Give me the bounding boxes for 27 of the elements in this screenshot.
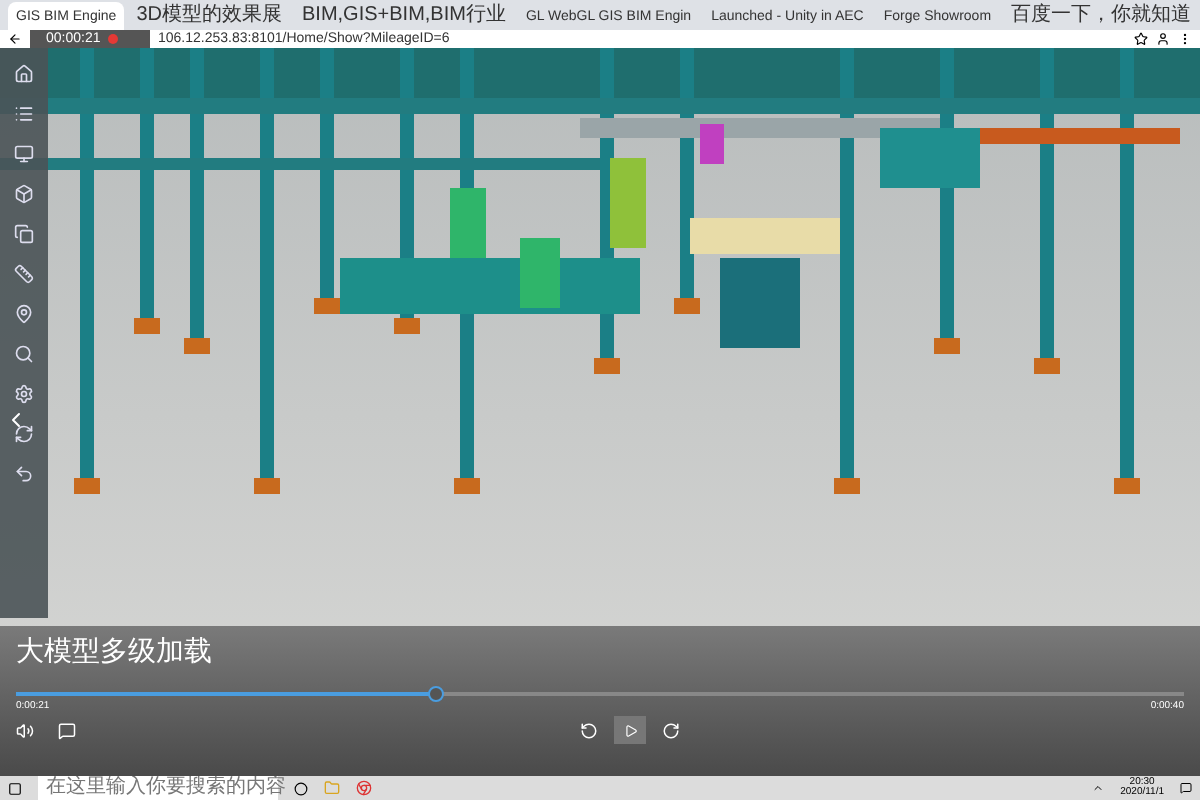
- play-button[interactable]: [614, 716, 646, 744]
- start-icon[interactable]: [8, 781, 22, 795]
- sidebar-tool-icon[interactable]: [14, 64, 34, 84]
- play-icon: [623, 723, 637, 737]
- profile-icon[interactable]: [1156, 32, 1170, 46]
- sidebar-tool-icon[interactable]: [14, 184, 34, 204]
- notification-icon[interactable]: [1180, 782, 1192, 794]
- sidebar-tool-icon[interactable]: [14, 384, 34, 404]
- volume-icon[interactable]: [16, 721, 34, 739]
- menu-icon[interactable]: [1178, 32, 1192, 46]
- sidebar-tool-icon[interactable]: [14, 144, 34, 164]
- sidebar-tool-icon[interactable]: [14, 344, 34, 364]
- rewind-icon[interactable]: [580, 721, 598, 739]
- sidebar-tool-icon[interactable]: [14, 264, 34, 284]
- sidebar-tool-icon[interactable]: [14, 304, 34, 324]
- tray-chevron-icon[interactable]: [1092, 782, 1105, 794]
- back-icon[interactable]: [8, 32, 22, 46]
- sidebar-tool-icon[interactable]: [14, 424, 34, 444]
- sidebar-tool-icon[interactable]: [14, 224, 34, 244]
- sidebar-tool-icon[interactable]: [14, 464, 34, 484]
- forward-icon[interactable]: [662, 721, 680, 739]
- bookmark-star-icon[interactable]: [1134, 32, 1148, 46]
- sidebar-tool-icon[interactable]: [14, 104, 34, 124]
- progress-handle[interactable]: [428, 686, 445, 702]
- video-caption: 大模型多级加载: [16, 632, 214, 670]
- subtitles-icon[interactable]: [58, 721, 76, 739]
- chrome-icon[interactable]: [356, 780, 372, 796]
